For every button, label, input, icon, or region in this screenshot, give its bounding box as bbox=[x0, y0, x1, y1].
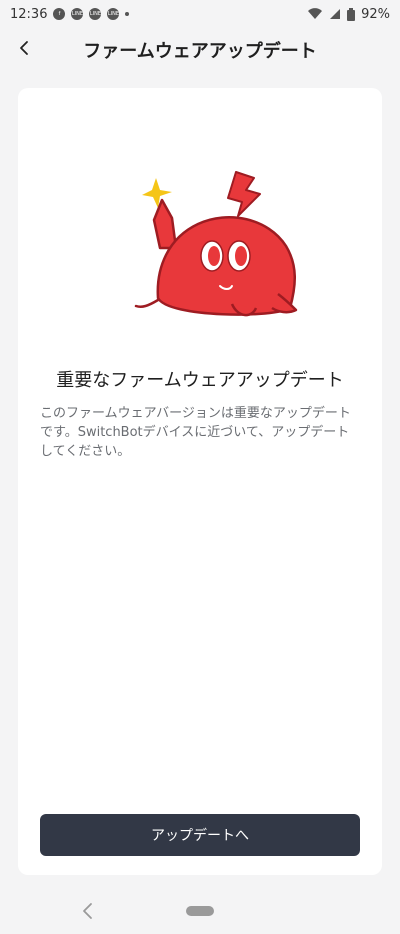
more-notifications-icon bbox=[125, 12, 130, 16]
battery-icon bbox=[347, 7, 356, 21]
mascot-illustration bbox=[134, 171, 298, 317]
status-left: 12:36 f LINE LINE LINE bbox=[10, 6, 130, 22]
app-bar: ファームウェアアップデート bbox=[0, 28, 400, 72]
nav-back-icon[interactable] bbox=[78, 900, 98, 922]
battery-percent: 92% bbox=[361, 6, 390, 22]
content-card: 重要なファームウェアアップデート このファームウェアバージョンは重要なアップデー… bbox=[18, 88, 382, 875]
system-nav-bar bbox=[0, 888, 400, 934]
go-to-update-button[interactable]: アップデートへ bbox=[40, 814, 360, 856]
status-time: 12:36 bbox=[10, 6, 48, 22]
status-right: 92% bbox=[307, 7, 390, 22]
sparkle-icon bbox=[142, 178, 172, 208]
signal-icon bbox=[330, 9, 341, 19]
chevron-left-icon[interactable] bbox=[10, 34, 38, 62]
facebook-icon: f bbox=[53, 8, 66, 20]
update-heading: 重要なファームウェアアップデート bbox=[56, 370, 344, 391]
line-icon: LINE bbox=[71, 8, 84, 20]
lightning-icon bbox=[227, 171, 261, 217]
wifi-icon bbox=[308, 8, 323, 19]
line-icon: LINE bbox=[89, 8, 102, 20]
status-bar: 12:36 f LINE LINE LINE 92% bbox=[0, 0, 400, 28]
update-description: このファームウェアバージョンは重要なアップデートです。SwitchBotデバイス… bbox=[40, 406, 351, 459]
line-icon: LINE bbox=[107, 8, 120, 20]
page-title: ファームウェアアップデート bbox=[83, 41, 317, 62]
nav-home-pill[interactable] bbox=[186, 906, 214, 916]
